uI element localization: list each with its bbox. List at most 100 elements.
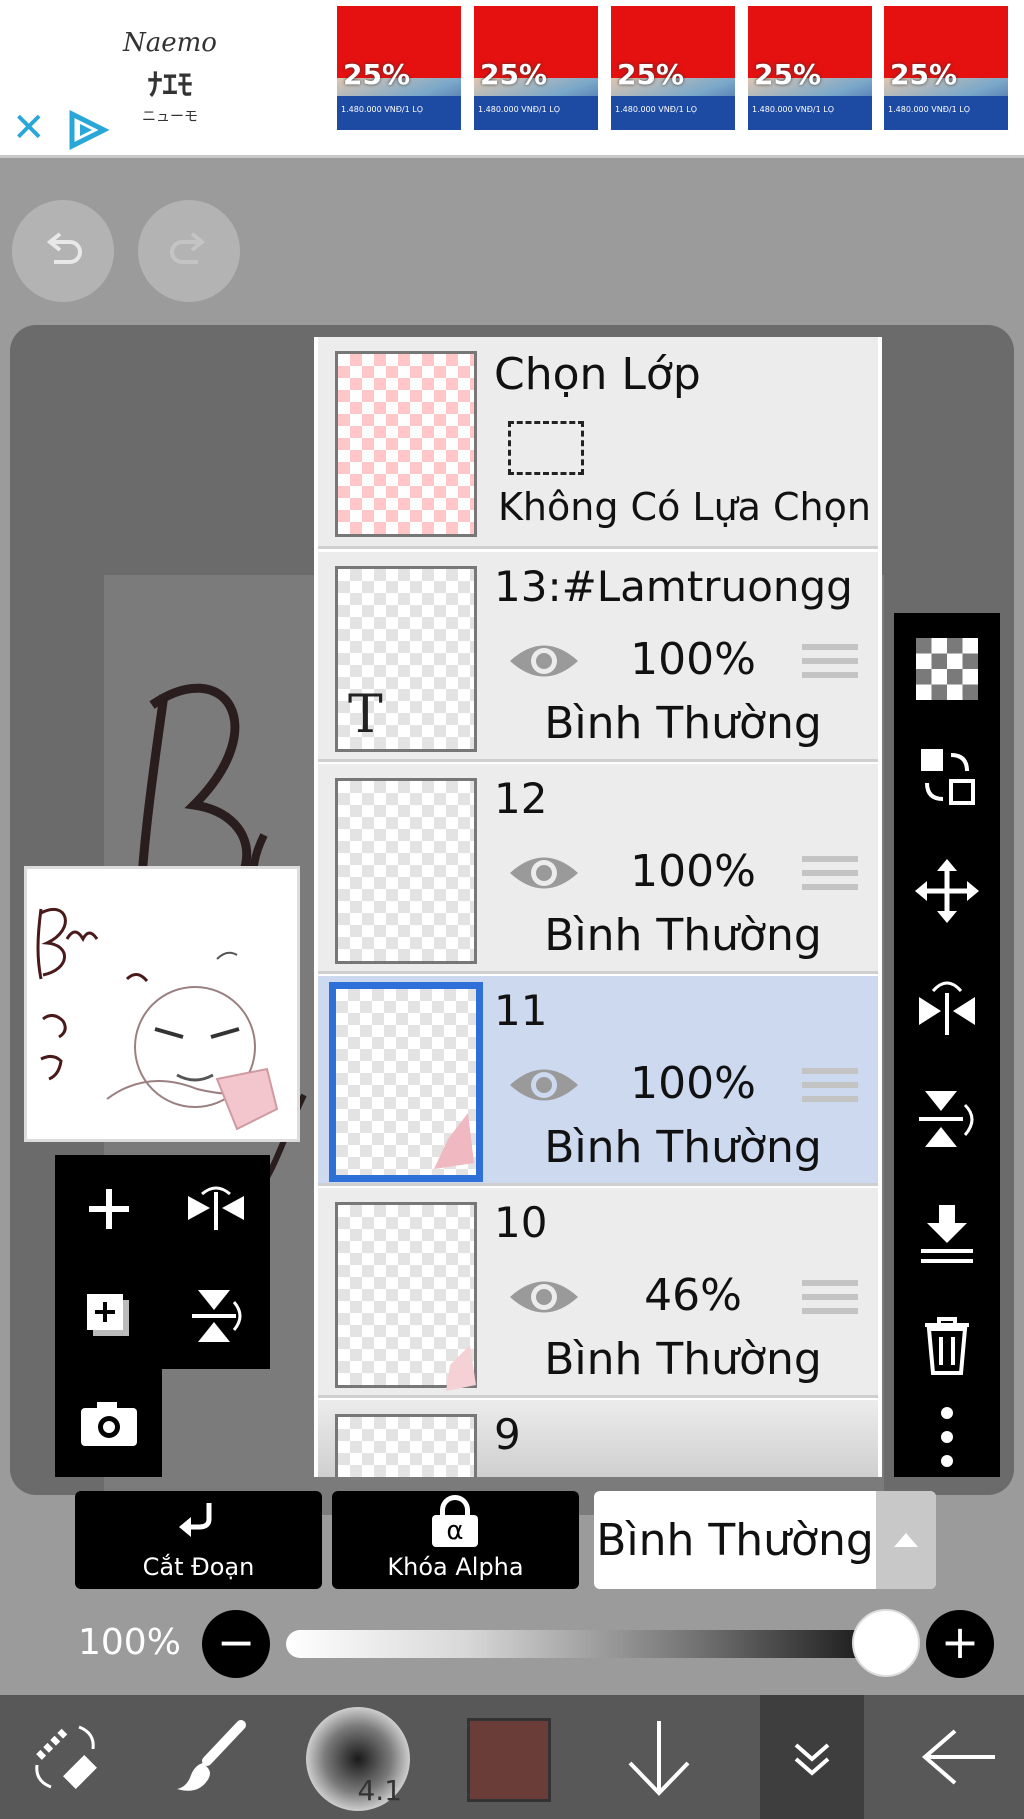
transparency-button[interactable] bbox=[894, 619, 1000, 719]
flip-vertical-icon bbox=[191, 1289, 241, 1342]
layer-blend-mode: Bình Thường bbox=[544, 1122, 822, 1173]
opacity-value: 100% bbox=[78, 1622, 181, 1663]
visibility-eye-icon[interactable] bbox=[506, 1272, 582, 1322]
flip-layer-vertical-button[interactable] bbox=[894, 1069, 1000, 1169]
layer-row[interactable]: 9 bbox=[318, 1400, 878, 1477]
layer-opacity: 100% bbox=[630, 1058, 756, 1109]
layer-row[interactable]: 12 100% Bình Thường bbox=[318, 764, 878, 974]
checkerboard-icon bbox=[916, 638, 978, 700]
drag-handle-icon[interactable] bbox=[802, 856, 858, 898]
layer-name: 13:#Lamtruongg bbox=[494, 562, 853, 611]
layer-thumbnail bbox=[335, 1202, 477, 1391]
layer-name: 9 bbox=[494, 1410, 521, 1459]
drag-handle-icon[interactable] bbox=[802, 1280, 858, 1322]
delete-layer-button[interactable] bbox=[894, 1295, 1000, 1395]
ad-tile-price: 1.480.000 VNĐ/1 LỌ bbox=[752, 105, 834, 114]
move-layer-button[interactable] bbox=[894, 841, 1000, 941]
ad-close-icon[interactable]: ✕ bbox=[12, 108, 46, 148]
tool-switch-button[interactable] bbox=[10, 1695, 120, 1819]
thumbnail-sketch bbox=[36, 907, 279, 1131]
camera-layer-button[interactable] bbox=[55, 1369, 162, 1476]
lock-icon: α bbox=[432, 1495, 478, 1547]
visibility-eye-icon[interactable] bbox=[506, 1060, 582, 1110]
brush-tool-button[interactable] bbox=[156, 1695, 266, 1819]
swap-layer-button[interactable] bbox=[894, 727, 1000, 827]
layer-opacity: 100% bbox=[630, 634, 756, 685]
color-swatch-button[interactable] bbox=[467, 1718, 551, 1802]
layer-opacity: 46% bbox=[644, 1270, 742, 1321]
ad-tile-discount: 25% bbox=[617, 58, 685, 91]
visibility-eye-icon[interactable] bbox=[506, 848, 582, 898]
layer-name: 10 bbox=[494, 1198, 548, 1247]
alpha-lock-button[interactable]: α Khóa Alpha bbox=[332, 1491, 579, 1589]
undo-button[interactable] bbox=[12, 200, 114, 302]
ad-product-tile[interactable]: 25% 1.480.000 VNĐ/1 LỌ bbox=[748, 6, 872, 130]
layer-row[interactable]: T 13:#Lamtruongg 100% Bình Thường bbox=[318, 552, 878, 762]
flip-layer-horizontal-button[interactable] bbox=[894, 955, 1000, 1055]
more-options-button[interactable] bbox=[894, 1397, 1000, 1477]
text-layer-icon: T bbox=[348, 685, 383, 745]
layer-opacity: 100% bbox=[630, 846, 756, 897]
add-layer-button[interactable] bbox=[55, 1155, 162, 1262]
triangle-up-icon bbox=[894, 1533, 918, 1547]
opacity-increase-button[interactable]: + bbox=[926, 1610, 994, 1678]
drag-handle-icon[interactable] bbox=[802, 1068, 858, 1110]
layer-thumbnail-content bbox=[446, 1345, 476, 1391]
ad-product-tile[interactable]: 25% 1.480.000 VNĐ/1 LỌ bbox=[337, 6, 461, 130]
move-arrows-icon bbox=[915, 859, 979, 923]
canvas-thumbnail[interactable] bbox=[24, 866, 300, 1142]
selection-layer-row[interactable]: Chọn Lớp Không Có Lựa Chọn bbox=[318, 337, 878, 549]
ad-logo-line1: Naemo bbox=[123, 28, 217, 58]
ad-product-tile[interactable]: 25% 1.480.000 VNĐ/1 LỌ bbox=[884, 6, 1008, 130]
ad-logo-line3: ニューモ bbox=[142, 109, 198, 125]
flip-vertical-icon bbox=[919, 1091, 974, 1147]
merge-down-button[interactable] bbox=[894, 1183, 1000, 1283]
layer-panel: Chọn Lớp Không Có Lựa Chọn T 13:#Lamtruo… bbox=[314, 337, 882, 1477]
layer-name: 12 bbox=[494, 774, 548, 823]
ad-banner[interactable]: Naemo ﾅｴﾓ ニューモ ✕ 25% 1.480.000 VNĐ/1 LỌ … bbox=[0, 0, 1024, 158]
more-vertical-icon bbox=[941, 1407, 953, 1467]
selection-marquee-icon bbox=[508, 421, 584, 475]
opacity-slider[interactable] bbox=[286, 1630, 886, 1658]
layer-thumbnail: T bbox=[335, 566, 477, 752]
brush-size-button[interactable]: 4.1 bbox=[306, 1707, 410, 1811]
clipping-arrow-icon bbox=[179, 1503, 212, 1537]
ad-product-tile[interactable]: 25% 1.480.000 VNĐ/1 LỌ bbox=[474, 6, 598, 130]
blend-mode-dropdown[interactable] bbox=[876, 1491, 936, 1589]
ad-tile-price: 1.480.000 VNĐ/1 LỌ bbox=[888, 105, 970, 114]
brush-icon bbox=[177, 1720, 246, 1791]
app-screen: Naemo ﾅｴﾓ ニューモ ✕ 25% 1.480.000 VNĐ/1 LỌ … bbox=[0, 0, 1024, 1819]
layers-toggle-button[interactable] bbox=[760, 1695, 864, 1819]
flip-vertical-button[interactable] bbox=[162, 1262, 269, 1369]
ad-choices-icon[interactable] bbox=[66, 110, 110, 150]
ad-product-tile[interactable]: 25% 1.480.000 VNĐ/1 LỌ bbox=[611, 6, 735, 130]
ad-logo[interactable]: Naemo ﾅｴﾓ ニューモ bbox=[120, 18, 220, 136]
drag-handle-icon[interactable] bbox=[802, 644, 858, 686]
layer-thumbnail bbox=[335, 778, 477, 964]
layer-tools-panel bbox=[55, 1155, 270, 1369]
flip-horizontal-button[interactable] bbox=[162, 1155, 269, 1262]
opacity-decrease-button[interactable]: − bbox=[202, 1610, 270, 1678]
ad-logo-line2: ﾅｴﾓ bbox=[147, 68, 193, 103]
visibility-eye-icon[interactable] bbox=[506, 636, 582, 686]
ad-tile-price: 1.480.000 VNĐ/1 LỌ bbox=[341, 105, 423, 114]
selection-layer-title: Chọn Lớp bbox=[494, 349, 701, 400]
flip-horizontal-icon bbox=[919, 981, 975, 1035]
layer-row-selected[interactable]: 11 100% Bình Thường bbox=[318, 976, 878, 1186]
copy-plus-icon bbox=[86, 1293, 129, 1336]
layer-name: 11 bbox=[494, 986, 548, 1035]
layer-thumbnail bbox=[335, 1414, 477, 1477]
clipping-button[interactable]: Cắt Đoạn bbox=[75, 1491, 322, 1589]
blend-mode-select[interactable]: Bình Thường bbox=[594, 1491, 936, 1589]
plus-icon bbox=[88, 1188, 129, 1229]
camera-icon bbox=[80, 1401, 137, 1446]
layer-blend-mode: Bình Thường bbox=[544, 910, 822, 961]
duplicate-layer-button[interactable] bbox=[55, 1262, 162, 1369]
brush-size-value: 4.1 bbox=[357, 1774, 402, 1807]
back-button[interactable] bbox=[904, 1695, 1014, 1819]
redo-button[interactable] bbox=[138, 200, 240, 302]
layer-down-button[interactable] bbox=[604, 1695, 714, 1819]
opacity-slider-handle[interactable] bbox=[852, 1609, 920, 1677]
layer-row[interactable]: 10 46% Bình Thường bbox=[318, 1188, 878, 1398]
flip-horizontal-icon bbox=[187, 1186, 244, 1230]
